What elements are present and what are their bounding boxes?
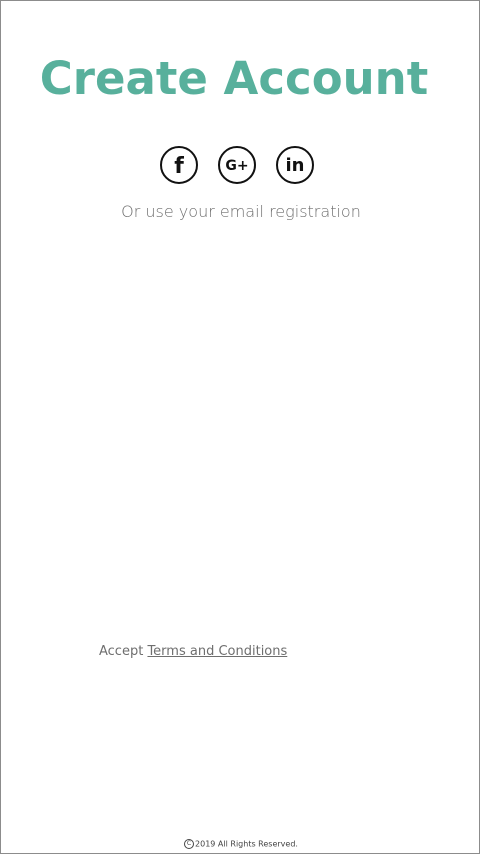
footer-copyright: C 2019 All Rights Reserved. xyxy=(1,839,480,849)
facebook-glyph: f xyxy=(174,154,184,177)
google-plus-icon: G+ xyxy=(222,155,252,175)
linkedin-button[interactable]: in xyxy=(276,146,314,184)
google-plus-glyph: G+ xyxy=(225,158,248,174)
page-frame: Create Account f G+ in Or use your email… xyxy=(0,0,480,854)
page-title: Create Account xyxy=(39,52,429,105)
terms-prefix: Accept xyxy=(99,644,144,659)
terms-link[interactable]: Terms and Conditions xyxy=(147,644,287,659)
copyright-icon: C xyxy=(184,839,195,849)
facebook-button[interactable]: f xyxy=(160,146,198,184)
social-login-buttons: f G+ in xyxy=(160,146,314,184)
google-plus-button[interactable]: G+ xyxy=(218,146,256,184)
terms-row: Accept Terms and Conditions xyxy=(99,644,287,659)
linkedin-glyph: in xyxy=(286,155,305,176)
linkedin-icon: in xyxy=(282,154,308,176)
footer-text: 2019 All Rights Reserved. xyxy=(195,839,298,849)
email-registration-hint: Or use your email registration xyxy=(121,202,361,221)
facebook-icon: f xyxy=(169,153,189,177)
